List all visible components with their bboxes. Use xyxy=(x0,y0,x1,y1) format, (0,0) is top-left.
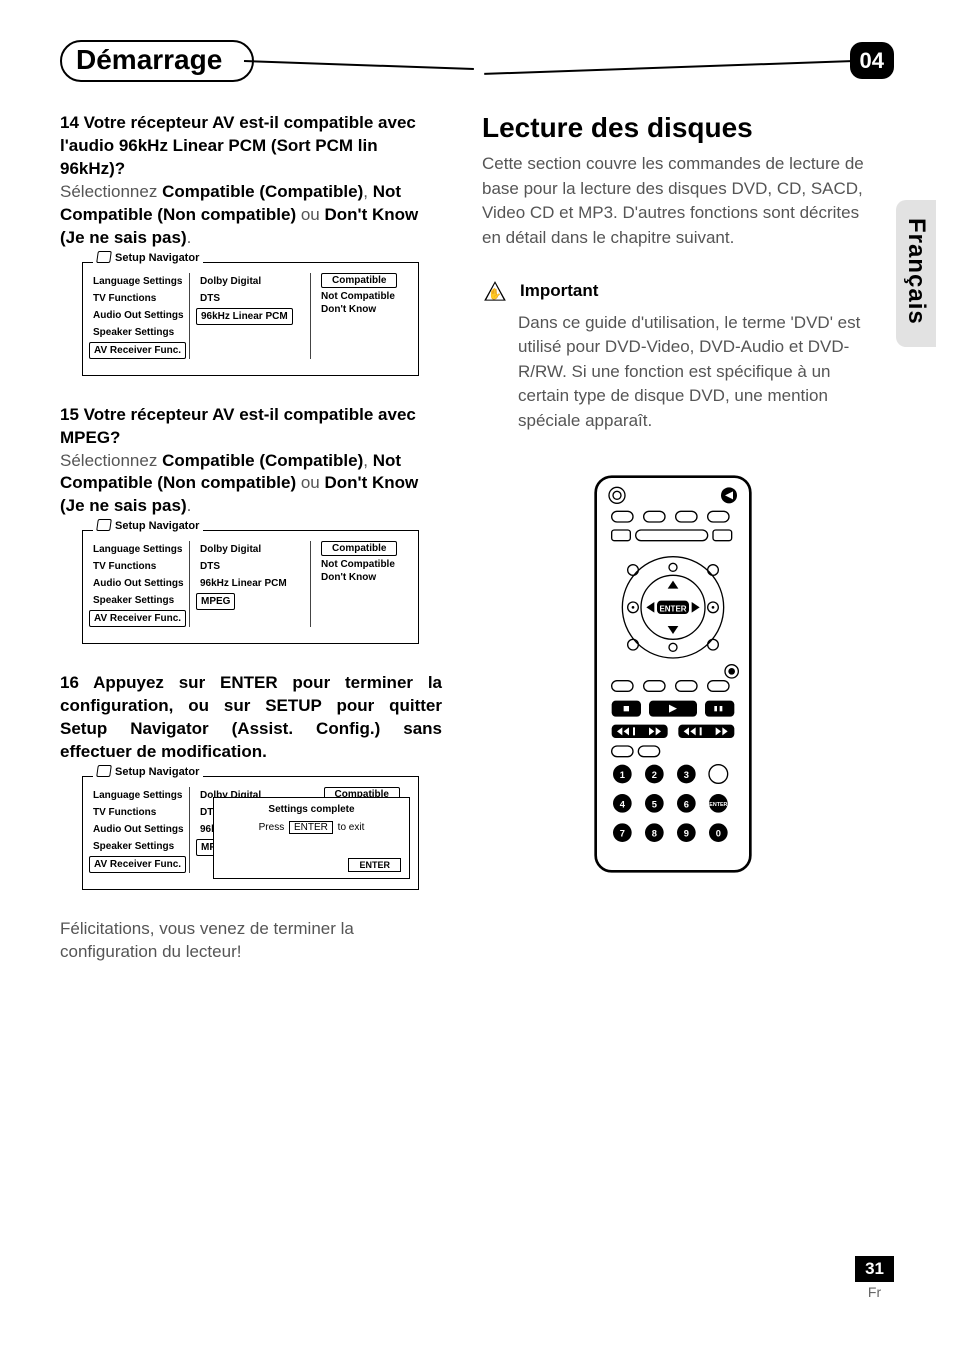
section-title-lecture: Lecture des disques xyxy=(482,112,864,144)
chapter-header: Démarrage 04 xyxy=(60,40,894,82)
question-14-title: 14 Votre récepteur AV est-il compatible … xyxy=(60,113,416,178)
important-label: Important xyxy=(520,281,598,301)
chapter-title: Démarrage xyxy=(60,40,254,82)
nav1-left-item: Speaker Settings xyxy=(89,324,185,341)
chapter-number-pill: 04 xyxy=(850,48,894,74)
nav1-mid-item-selected: 96kHz Linear PCM xyxy=(196,308,293,325)
question-14: 14 Votre récepteur AV est-il compatible … xyxy=(60,112,442,250)
svg-text:4: 4 xyxy=(620,799,626,809)
nav3-left-item-selected: AV Receiver Func. xyxy=(89,856,186,873)
nav2-left-item: Speaker Settings xyxy=(89,592,185,609)
nav1-mid-item: DTS xyxy=(196,290,306,307)
nav2-right-column: Compatible Not Compatible Don't Know xyxy=(310,541,412,627)
section-intro-lecture: Cette section couvre les commandes de le… xyxy=(482,152,864,251)
nav1-left-item: Audio Out Settings xyxy=(89,307,185,324)
right-column: Lecture des disques Cette section couvre… xyxy=(482,112,894,964)
svg-text:2: 2 xyxy=(652,770,657,780)
nav2-left-item-selected: AV Receiver Func. xyxy=(89,610,186,627)
congratulations-text: Félicitations, vous venez de terminer la… xyxy=(60,918,442,964)
nav3-left-item: TV Functions xyxy=(89,804,185,821)
setup-navigator-panel-1: Setup Navigator Language Settings TV Fun… xyxy=(82,262,419,376)
nav2-right-item: Don't Know xyxy=(321,571,406,584)
svg-text:1: 1 xyxy=(620,770,625,780)
svg-text:ENTER: ENTER xyxy=(709,802,727,808)
nav3-overlay-press-line: Press ENTER to exit xyxy=(220,821,403,834)
nav2-left-item: TV Functions xyxy=(89,558,185,575)
nav1-right-item: Don't Know xyxy=(321,303,406,316)
nav2-mid-column: Dolby Digital DTS 96kHz Linear PCM MPEG xyxy=(189,541,306,627)
nav2-left-item: Language Settings xyxy=(89,541,185,558)
nav2-left-item: Audio Out Settings xyxy=(89,575,185,592)
svg-text:3: 3 xyxy=(684,770,689,780)
nav3-overlay-enter-button: ENTER xyxy=(348,858,401,872)
nav3-left-item: Speaker Settings xyxy=(89,838,185,855)
nav1-right-item: Not Compatible xyxy=(321,290,406,303)
nav2-right-item-selected: Compatible xyxy=(321,541,397,556)
remote-control-illustration: ENTER xyxy=(593,474,753,874)
nav3-left-item: Audio Out Settings xyxy=(89,821,185,838)
nav2-mid-item-selected: MPEG xyxy=(196,593,235,610)
question-14-opt-compatible: Compatible (Compatible) xyxy=(162,182,363,201)
nav1-left-column: Language Settings TV Functions Audio Out… xyxy=(89,273,185,359)
page-footer: 31 Fr xyxy=(855,1256,894,1300)
setup-navigator-panel-3: Setup Navigator Language Settings TV Fun… xyxy=(82,776,419,890)
nav2-mid-item: 96kHz Linear PCM xyxy=(196,575,306,592)
chapter-number: 04 xyxy=(850,42,894,79)
setup-navigator-tab: Setup Navigator xyxy=(93,519,203,532)
nav1-left-item: TV Functions xyxy=(89,290,185,307)
nav3-overlay-enter-box: ENTER xyxy=(289,821,333,834)
question-15-opt-compatible: Compatible (Compatible) xyxy=(162,451,363,470)
nav2-left-column: Language Settings TV Functions Audio Out… xyxy=(89,541,185,627)
question-16-text: 16 Appuyez sur ENTER pour terminer la co… xyxy=(60,673,442,761)
page-lang: Fr xyxy=(855,1284,894,1300)
nav3-left-item: Language Settings xyxy=(89,787,185,804)
svg-text:✋: ✋ xyxy=(488,287,501,300)
important-text: Dans ce guide d'utilisation, le terme 'D… xyxy=(518,311,864,434)
nav1-left-item-selected: AV Receiver Func. xyxy=(89,342,186,359)
question-14-prefix: Sélectionnez xyxy=(60,182,162,201)
nav2-mid-item: Dolby Digital xyxy=(196,541,306,558)
divider-line xyxy=(484,60,854,75)
svg-text:0: 0 xyxy=(716,828,721,838)
nav2-mid-item: DTS xyxy=(196,558,306,575)
svg-text:5: 5 xyxy=(652,799,657,809)
language-side-tab: Français xyxy=(896,200,936,347)
setup-navigator-tab: Setup Navigator xyxy=(93,251,203,264)
left-column: 14 Votre récepteur AV est-il compatible … xyxy=(60,112,442,964)
question-15-title: 15 Votre récepteur AV est-il compatible … xyxy=(60,405,416,447)
question-15: 15 Votre récepteur AV est-il compatible … xyxy=(60,404,442,519)
nav1-right-item-selected: Compatible xyxy=(321,273,397,288)
svg-text:9: 9 xyxy=(684,828,689,838)
nav1-left-item: Language Settings xyxy=(89,273,185,290)
important-icon: ✋ xyxy=(482,279,508,305)
page-number: 31 xyxy=(855,1256,894,1282)
nav3-settings-complete-overlay: Settings complete Press ENTER to exit EN… xyxy=(213,797,410,879)
divider-line xyxy=(244,60,474,70)
nav1-right-column: Compatible Not Compatible Don't Know xyxy=(310,273,412,359)
remote-enter-label: ENTER xyxy=(659,604,686,613)
setup-navigator-panel-2: Setup Navigator Language Settings TV Fun… xyxy=(82,530,419,644)
nav1-mid-item: Dolby Digital xyxy=(196,273,306,290)
important-row: ✋ Important xyxy=(482,279,864,305)
question-15-prefix: Sélectionnez xyxy=(60,451,162,470)
svg-text:6: 6 xyxy=(684,799,689,809)
question-16: 16 Appuyez sur ENTER pour terminer la co… xyxy=(60,672,442,764)
nav3-left-column: Language Settings TV Functions Audio Out… xyxy=(89,787,185,873)
nav1-mid-column: Dolby Digital DTS 96kHz Linear PCM xyxy=(189,273,306,359)
chapter-title-pill: Démarrage xyxy=(60,40,254,82)
svg-text:7: 7 xyxy=(620,828,625,838)
nav3-overlay-line1: Settings complete xyxy=(220,804,403,815)
nav2-right-item: Not Compatible xyxy=(321,558,406,571)
svg-text:8: 8 xyxy=(652,828,657,838)
